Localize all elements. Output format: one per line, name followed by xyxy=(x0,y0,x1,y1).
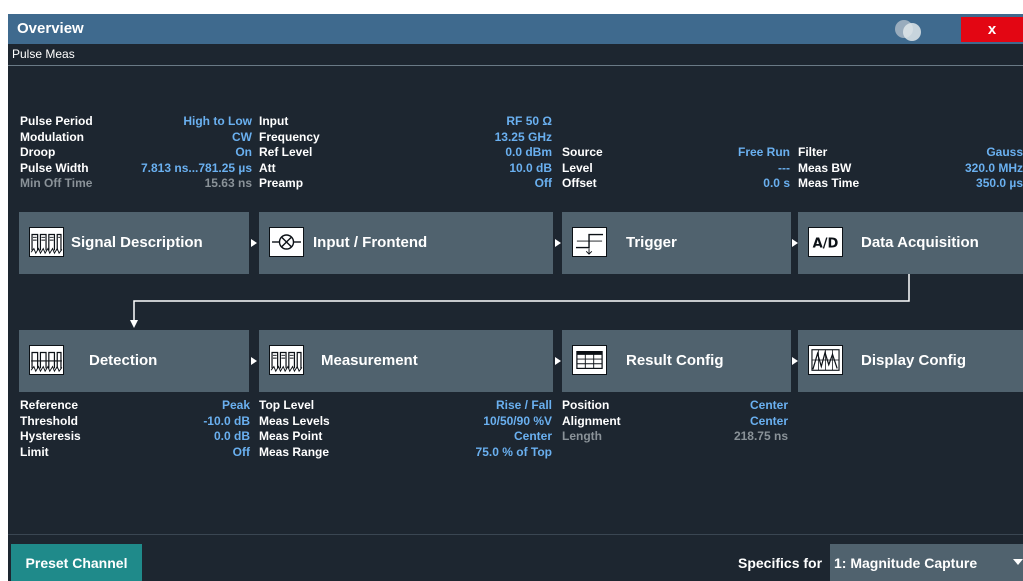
info-row: Hysteresis 0.0 dB xyxy=(20,429,250,443)
flow-arrow-icon xyxy=(555,357,561,365)
info-row: Alignment Center xyxy=(562,413,788,428)
detection-info: Reference Peak Threshold -10.0 dB Hysteres… xyxy=(20,398,250,460)
info-row: Limit Off xyxy=(20,444,250,459)
measurement-info: Top Level Rise / Fall Meas Levels 10/50/90… xyxy=(259,398,552,460)
detection-button[interactable]: Detection xyxy=(19,330,249,392)
measurement-button[interactable]: Measurement xyxy=(259,330,553,392)
specifics-label: Specifics for xyxy=(738,555,823,571)
bottom-bar: Preset Channel Specifics for 1: Magnitud… xyxy=(8,534,1023,581)
specifics-value: 1: Magnitude Capture xyxy=(834,555,978,571)
block-label: Display Config xyxy=(861,352,967,369)
table-icon xyxy=(572,345,607,375)
info-row: Top Level Rise / Fall xyxy=(259,398,552,412)
flow-connector-line xyxy=(130,274,910,328)
info-row: Position Center xyxy=(562,398,788,412)
info-row: Length 218.75 ns xyxy=(562,429,788,443)
info-row: Threshold -10.0 dB xyxy=(20,413,250,428)
block-label: Measurement xyxy=(321,352,418,369)
preset-channel-button[interactable]: Preset Channel xyxy=(11,544,142,581)
result-config-button[interactable]: Result Config xyxy=(562,330,791,392)
overview-dialog: Overview x Pulse Meas Pulse Period High t… xyxy=(8,14,1023,581)
specifics-dropdown[interactable]: 1: Magnitude Capture xyxy=(830,544,1023,581)
info-row: Meas Range 75.0 % of Top xyxy=(259,444,552,459)
info-row: Reference Peak xyxy=(20,398,250,412)
info-row: Meas Levels 10/50/90 %V xyxy=(259,413,552,428)
block-label: Result Config xyxy=(626,352,724,369)
block-label: Detection xyxy=(89,352,158,369)
info-row: Meas Point Center xyxy=(259,429,552,443)
display-chart-icon xyxy=(808,345,843,375)
pulse-detection-icon xyxy=(29,345,64,375)
flow-arrow-icon xyxy=(251,357,257,365)
display-config-button[interactable]: Display Config xyxy=(798,330,1023,392)
result-config-info: Position Center Alignment Center Length 218… xyxy=(562,398,788,445)
chevron-down-icon xyxy=(1013,559,1023,565)
pulse-measurement-icon xyxy=(269,345,304,375)
